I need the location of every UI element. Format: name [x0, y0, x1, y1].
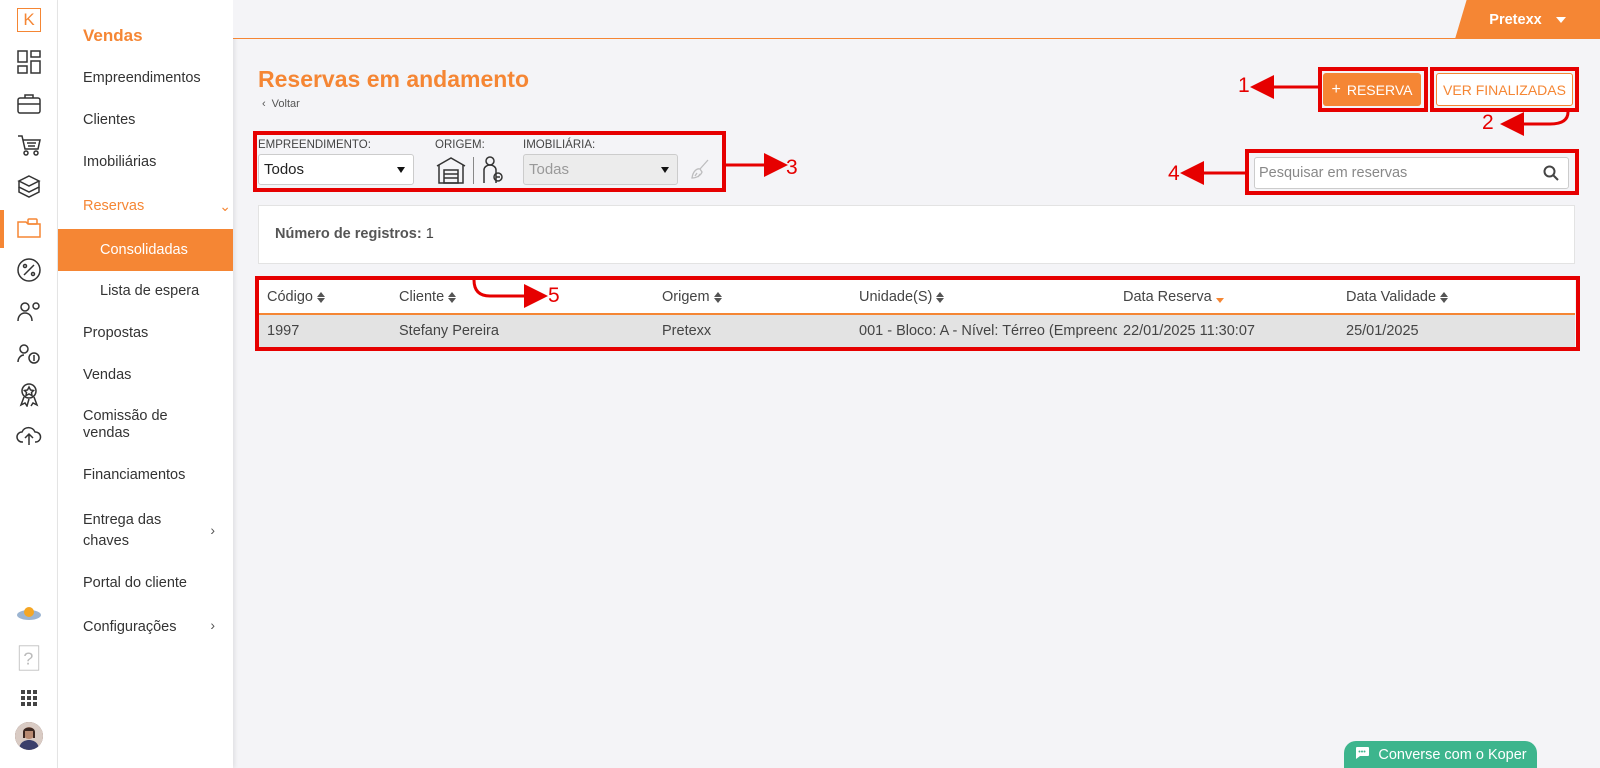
chat-label: Converse com o Koper: [1378, 746, 1527, 763]
annotation-arrows: [472, 75, 1570, 308]
chat-widget-button[interactable]: Converse com o Koper: [1344, 741, 1537, 768]
chat-bubble-icon: [1354, 746, 1370, 764]
